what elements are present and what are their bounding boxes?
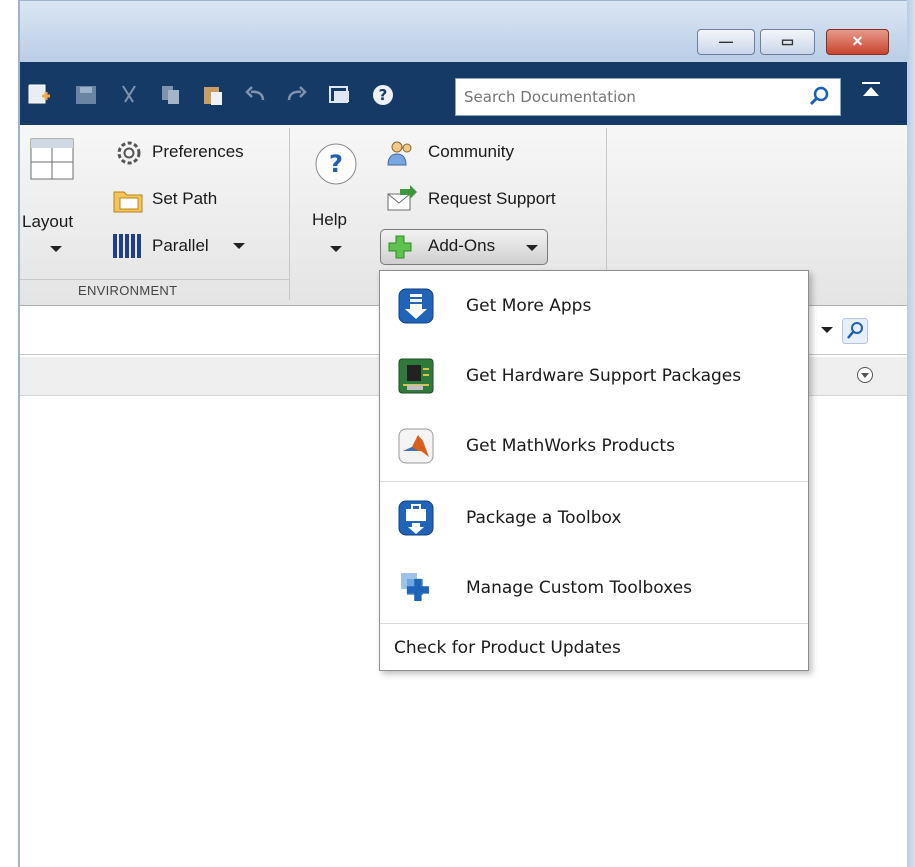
parallel-button[interactable]: Parallel	[152, 236, 209, 256]
window-right-border	[907, 0, 915, 867]
maximize-icon: ▭	[780, 33, 795, 49]
parallel-dropdown-icon[interactable]	[233, 243, 245, 249]
collapse-up-icon	[862, 82, 880, 96]
preferences-gear-icon[interactable]	[116, 140, 142, 166]
menu-separator	[380, 481, 808, 482]
request-support-icon[interactable]	[386, 184, 418, 212]
undo-icon[interactable]	[243, 84, 267, 106]
redo-icon[interactable]	[285, 84, 309, 106]
menu-item-label: Package a Toolbox	[466, 508, 622, 528]
download-app-icon	[398, 288, 434, 324]
folder-history-dropdown-icon[interactable]	[821, 327, 833, 333]
help-icon[interactable]: ?	[371, 84, 395, 106]
layout-label[interactable]: Layout	[22, 212, 73, 232]
set-path-button[interactable]: Set Path	[152, 189, 217, 209]
environment-section-label: ENVIRONMENT	[78, 283, 178, 298]
preferences-button[interactable]: Preferences	[152, 142, 244, 162]
close-button[interactable]: ✕	[826, 29, 889, 55]
search-box[interactable]	[455, 78, 841, 116]
menu-item-manage-custom-toolboxes[interactable]: Manage Custom Toolboxes	[380, 553, 808, 623]
menu-item-package-a-toolbox[interactable]: Package a Toolbox	[380, 483, 808, 553]
svg-text:?: ?	[329, 150, 343, 178]
search-input[interactable]	[464, 87, 794, 107]
matlab-logo-icon	[398, 428, 434, 464]
collapse-ribbon-button[interactable]	[852, 80, 890, 114]
ribbon-separator	[289, 128, 290, 300]
manage-toolboxes-icon	[401, 573, 429, 601]
save-icon[interactable]	[74, 84, 98, 106]
ribbon-separator-2	[606, 128, 607, 278]
search-icon[interactable]	[808, 85, 830, 107]
panel-actions-icon[interactable]	[856, 366, 874, 384]
menu-item-label: Get MathWorks Products	[466, 436, 675, 456]
switch-windows-icon[interactable]	[328, 84, 352, 106]
menu-item-get-more-apps[interactable]: Get More Apps	[380, 271, 808, 341]
layout-icon[interactable]	[30, 138, 74, 180]
menu-item-get-hardware-support-packages[interactable]: Get Hardware Support Packages	[380, 341, 808, 411]
help-label[interactable]: Help	[312, 210, 347, 230]
community-button[interactable]: Community	[428, 142, 514, 162]
copy-icon[interactable]	[159, 84, 183, 106]
circuit-board-icon	[398, 358, 434, 394]
add-ons-label: Add-Ons	[428, 236, 496, 255]
add-ons-menu: Get More Apps Get Hardware Support Packa…	[379, 270, 809, 671]
section-label-divider	[20, 279, 289, 280]
parallel-icon[interactable]	[112, 232, 144, 260]
menu-item-check-for-product-updates[interactable]: Check for Product Updates	[380, 625, 808, 671]
community-icon[interactable]	[386, 139, 416, 167]
menu-item-label: Manage Custom Toolboxes	[466, 578, 693, 598]
svg-text:?: ?	[379, 86, 388, 104]
paste-icon[interactable]	[201, 84, 225, 106]
cut-icon[interactable]	[117, 84, 141, 106]
title-bar[interactable]: — ▭ ✕	[20, 0, 907, 63]
maximize-button[interactable]: ▭	[760, 29, 815, 55]
add-plus-icon	[388, 235, 412, 259]
menu-item-label: Check for Product Updates	[394, 638, 621, 658]
minimize-button[interactable]: —	[697, 29, 755, 55]
folder-search-icon[interactable]	[842, 318, 868, 344]
add-ons-button[interactable]: Add-Ons	[380, 229, 548, 265]
menu-separator	[380, 623, 808, 624]
help-button-icon[interactable]: ?	[314, 142, 358, 186]
minimize-icon: —	[719, 33, 733, 49]
menu-item-get-mathworks-products[interactable]: Get MathWorks Products	[380, 411, 808, 481]
set-path-folder-icon[interactable]	[112, 186, 144, 214]
layout-dropdown-icon[interactable]	[50, 246, 62, 252]
menu-item-label: Get Hardware Support Packages	[466, 366, 742, 386]
close-icon: ✕	[851, 33, 864, 49]
request-support-button[interactable]: Request Support	[428, 189, 556, 209]
help-dropdown-icon[interactable]	[330, 246, 342, 252]
new-script-icon[interactable]	[28, 84, 52, 106]
add-ons-dropdown-icon	[526, 245, 538, 251]
menu-item-label: Get More Apps	[466, 296, 592, 316]
package-toolbox-icon	[398, 500, 434, 536]
